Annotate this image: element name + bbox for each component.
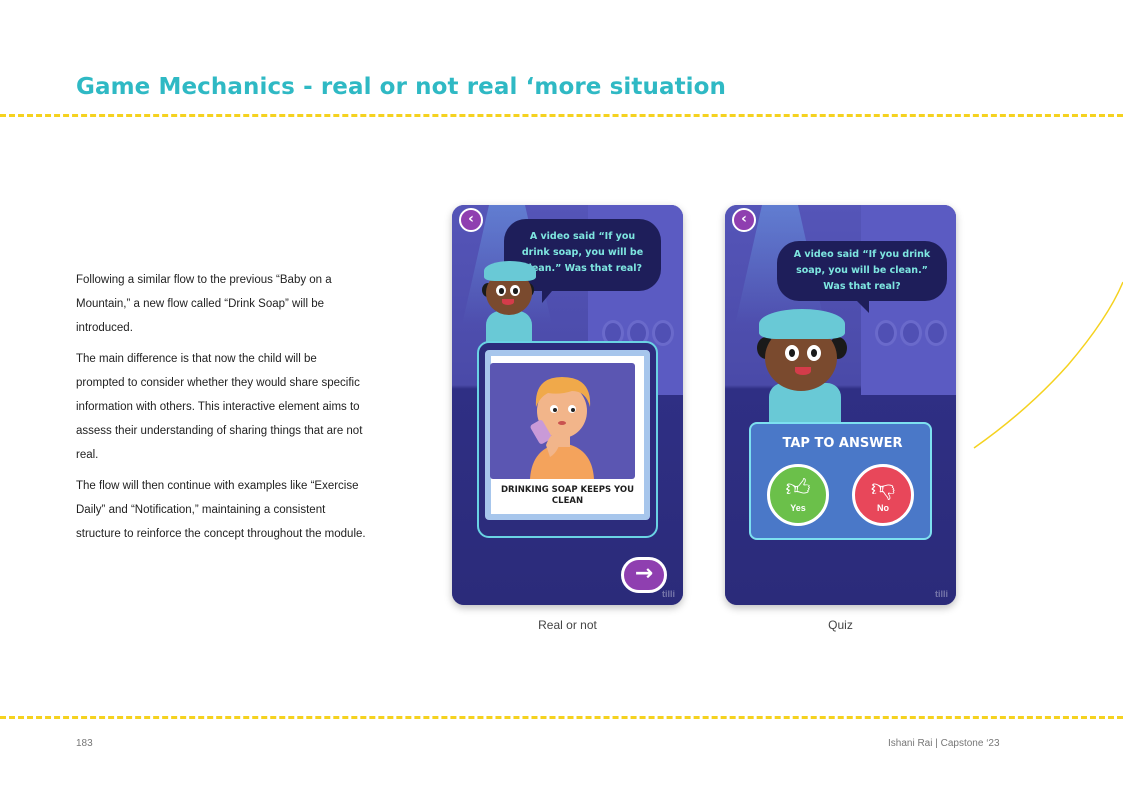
speaker-decor: [875, 320, 897, 346]
back-button[interactable]: ‹: [459, 208, 483, 232]
answer-panel: TAP TO ANSWER 👍︎ Yes 👎︎ No: [749, 422, 932, 540]
tilli-watermark: tilli: [662, 589, 675, 599]
footer-credit: Ishani Rai | Capstone ‘23: [888, 738, 1000, 749]
child-character: [480, 259, 540, 349]
speaker-decor: [925, 320, 947, 346]
arrow-right-icon: →: [634, 561, 654, 586]
paragraph-3: The flow will then continue with example…: [76, 480, 366, 540]
back-button[interactable]: ‹: [732, 208, 756, 232]
top-divider: [0, 114, 1123, 117]
no-label: No: [877, 503, 889, 513]
bubble-text: A video said “If you drink soap, you wil…: [793, 249, 931, 292]
thumbs-down-icon: 👎︎: [870, 474, 896, 502]
paragraph-1: Following a similar flow to the previous…: [76, 274, 332, 334]
bottom-divider: [0, 716, 1123, 719]
speaker-decor: [900, 320, 922, 346]
chevron-left-icon: ‹: [741, 211, 747, 227]
body-text: Following a similar flow to the previous…: [76, 268, 366, 553]
speech-bubble: A video said “If you drink soap, you wil…: [777, 241, 947, 313]
no-button[interactable]: 👎︎ No: [852, 464, 914, 526]
paragraph-2: The main difference is that now the chil…: [76, 353, 363, 461]
boy-drinking-soap-illustration: [530, 377, 594, 479]
decorative-curve: [973, 281, 1123, 449]
tap-to-answer-label: TAP TO ANSWER: [782, 436, 903, 451]
next-button[interactable]: →: [621, 557, 667, 593]
yes-button[interactable]: 👍︎ Yes: [767, 464, 829, 526]
real-or-not-screen: ‹ A video said “If you drink soap, you w…: [452, 205, 683, 605]
page-number: 183: [76, 738, 93, 749]
quiz-caption: Quiz: [828, 618, 853, 632]
tilli-watermark: tilli: [935, 589, 948, 599]
chevron-left-icon: ‹: [468, 211, 474, 227]
quiz-screen: ‹ A video said “If you drink soap, you w…: [725, 205, 956, 605]
speaker-decor: [652, 320, 674, 346]
thumbs-up-icon: 👍︎: [785, 474, 811, 502]
card-caption: DRINKING SOAP KEEPS YOU CLEAN: [500, 485, 635, 506]
child-character: [755, 307, 847, 423]
card-illustration: [490, 363, 635, 479]
yes-label: Yes: [790, 503, 806, 513]
page-title: Game Mechanics - real or not real ‘more …: [76, 74, 727, 100]
real-or-not-caption: Real or not: [538, 618, 597, 632]
